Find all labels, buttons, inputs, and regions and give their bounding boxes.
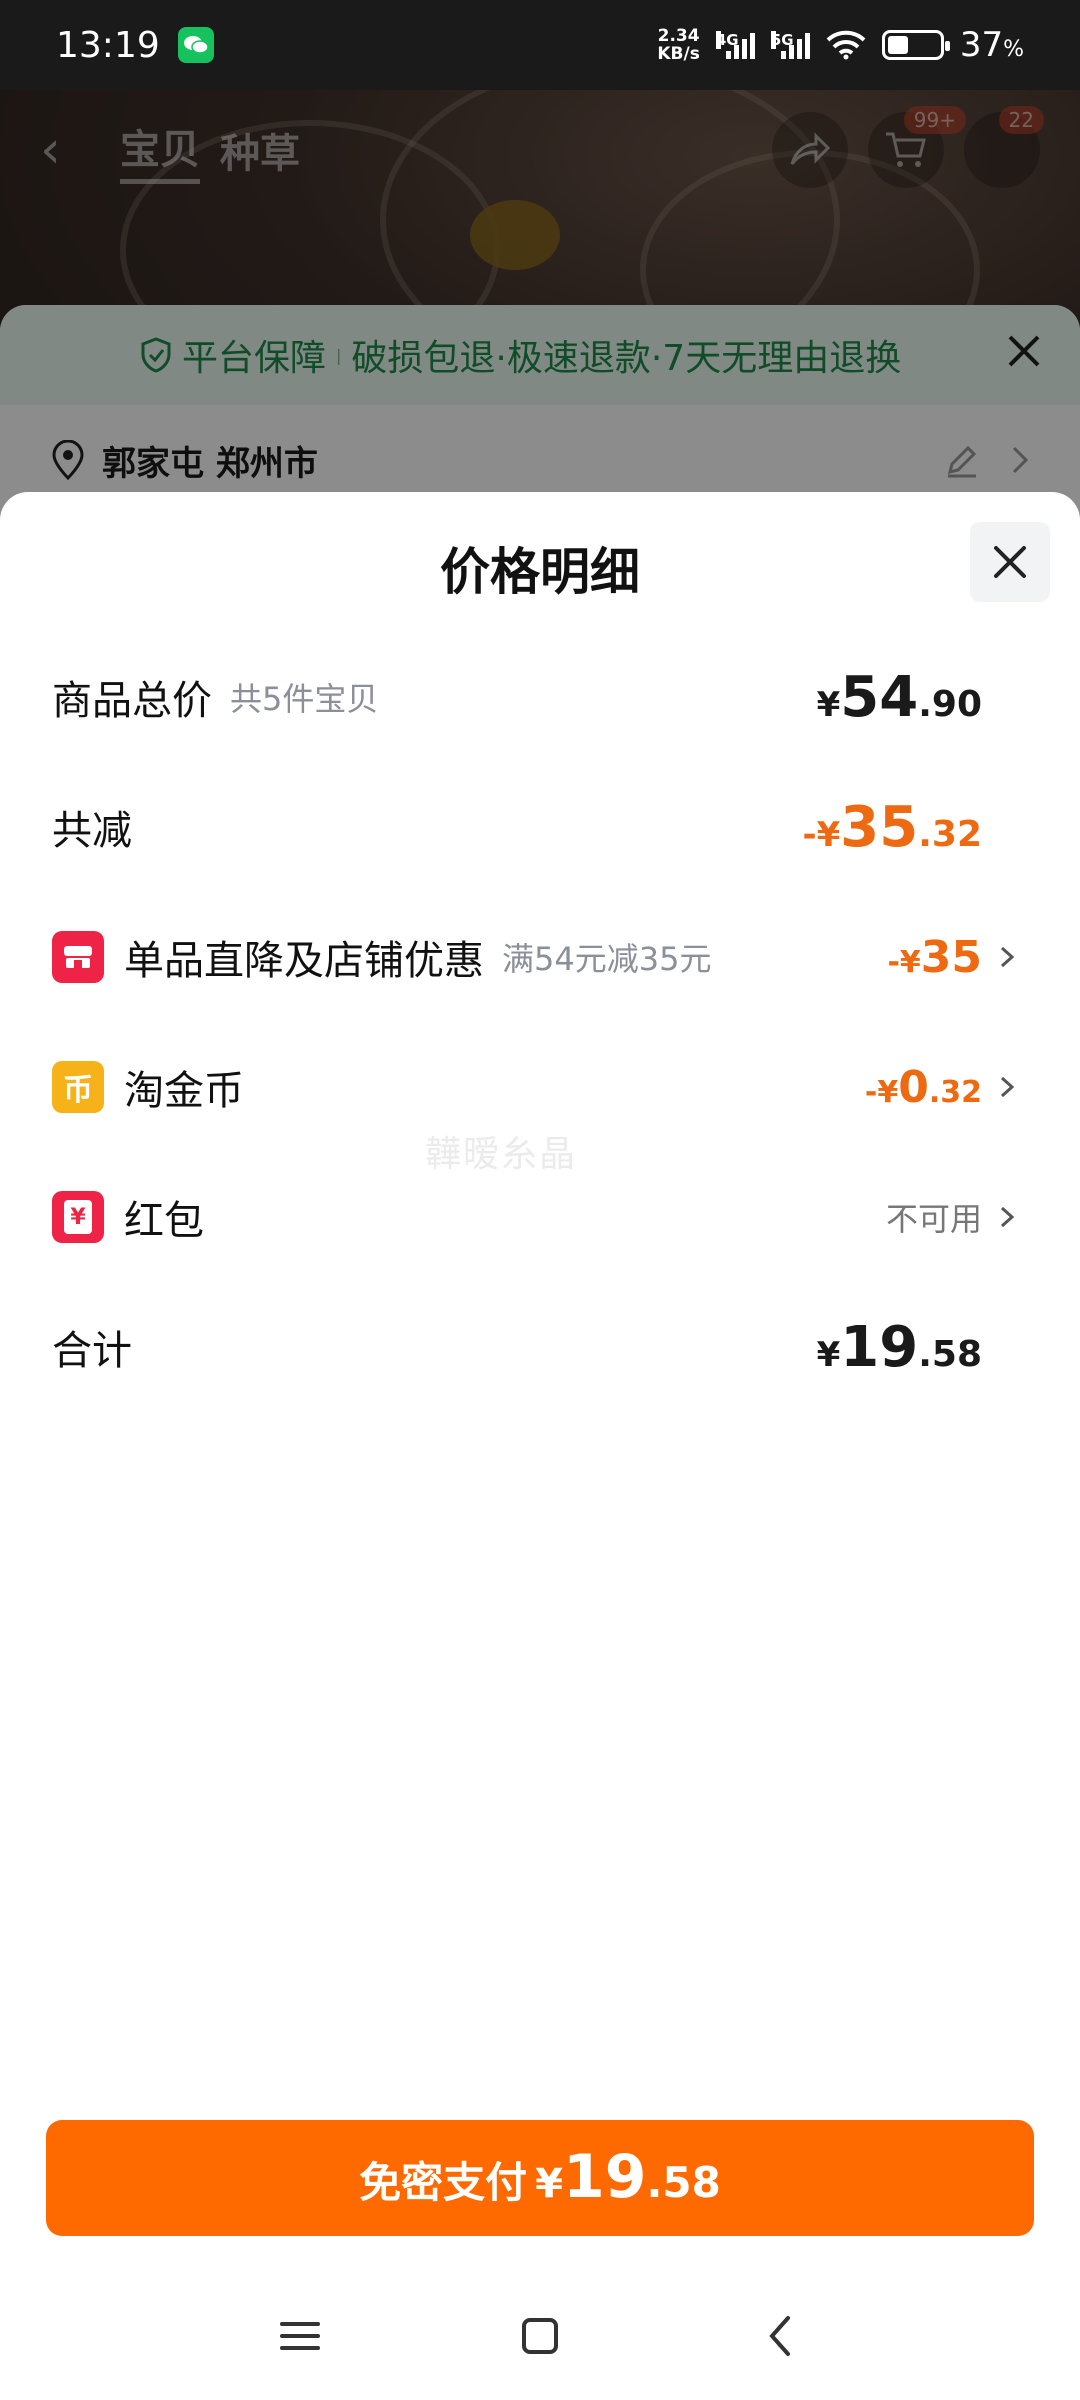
system-nav-bar [0,2272,1080,2400]
red-packet-row[interactable]: ¥ 红包 不可用 [52,1167,1018,1267]
currency-symbol: ¥ [816,1334,841,1375]
status-time: 13:19 [56,24,160,66]
store-discount-value: -¥ 35 [887,932,982,983]
discount-total-label: 共减 [52,808,132,854]
price-detail-sheet: 价格明细 商品总价 共5件宝贝 ¥ 54 .90 共减 -¥ 35 .32 单品… [0,492,1080,2400]
status-bar: 13:19 2.34 KB/s 4G 5G 37% [0,0,1080,90]
menu-icon[interactable] [270,2306,330,2366]
battery-percent: 37% [960,25,1024,65]
currency-symbol: -¥ [802,814,841,855]
chevron-right-icon [1000,946,1015,968]
shop-icon [52,931,104,983]
price-integer: 19 [562,2142,647,2212]
red-packet-status: 不可用 [886,1194,1018,1240]
coin-icon: 币 [52,1061,104,1113]
battery-icon [881,30,950,60]
price-integer: 54 [840,664,919,730]
total-value: ¥ 19 .58 [817,1315,982,1380]
close-icon [994,546,1026,578]
signal-sim2-icon: 5G [770,31,810,59]
currency-symbol: ¥ [535,2161,563,2207]
price-decimal: .90 [918,683,982,725]
red-packet-icon-glyph: ¥ [64,1200,92,1234]
battery-percent-unit: % [1003,37,1024,62]
currency-symbol: -¥ [864,1074,899,1110]
price-integer: 0 [898,1061,929,1113]
pay-button[interactable]: 免密支付 ¥ 19 .58 [46,2120,1034,2236]
price-integer: 19 [840,1314,919,1380]
watermark-text: 韡暧糸晶 [425,1134,578,1175]
sim2-label: 5G [770,31,794,49]
signal-sim1-icon: 4G [715,31,755,59]
subtotal-label: 商品总价 [52,678,212,724]
battery-percent-value: 37 [959,25,1004,65]
home-icon[interactable] [510,2306,570,2366]
price-decimal: .32 [928,1074,982,1110]
item-count: 共5件宝贝 [230,680,379,718]
store-discount-row[interactable]: 单品直降及店铺优惠 满54元减35元 -¥ 35 [52,907,1018,1007]
chevron-right-icon [1000,1076,1015,1098]
total-row: 合计 ¥ 19 .58 [52,1297,1018,1397]
red-packet-status-text: 不可用 [885,1200,982,1238]
wifi-icon [826,30,866,60]
pay-button-label: 免密支付 [359,2158,528,2207]
network-speed-unit: KB/s [657,44,700,64]
currency-symbol: -¥ [887,944,921,980]
total-label: 合计 [52,1328,132,1374]
back-icon[interactable] [750,2306,810,2366]
subtotal-value: ¥ 54 .90 [817,665,982,730]
price-decimal: .32 [918,813,982,855]
wechat-icon [177,27,214,63]
coins-label: 淘金币 [124,1068,244,1114]
currency-symbol: ¥ [816,684,841,725]
discount-total-row: 共减 -¥ 35 .32 [52,777,1018,877]
store-discount-rule: 满54元减35元 [502,940,712,978]
coins-value: -¥ 0 .32 [865,1062,982,1113]
network-speed: 2.34 KB/s [657,27,699,63]
price-integer: 35 [840,794,919,860]
discount-total-value: -¥ 35 .32 [803,795,983,860]
price-decimal: .58 [646,2158,721,2207]
subtotal-row: 商品总价 共5件宝贝 ¥ 54 .90 [52,647,1018,747]
coins-row[interactable]: 币 淘金币 -¥ 0 .32 [52,1037,1018,1137]
sheet-title: 价格明细 [440,543,640,601]
chevron-right-icon [1000,1206,1015,1228]
price-integer: 35 [920,931,982,983]
store-discount-label: 单品直降及店铺优惠 [124,938,484,984]
sim1-label: 4G [715,31,739,49]
price-decimal: .58 [918,1333,982,1375]
close-button[interactable] [970,522,1050,602]
red-packet-label: 红包 [124,1198,204,1244]
red-packet-icon: ¥ [52,1191,104,1243]
network-speed-value: 2.34 [657,26,700,46]
